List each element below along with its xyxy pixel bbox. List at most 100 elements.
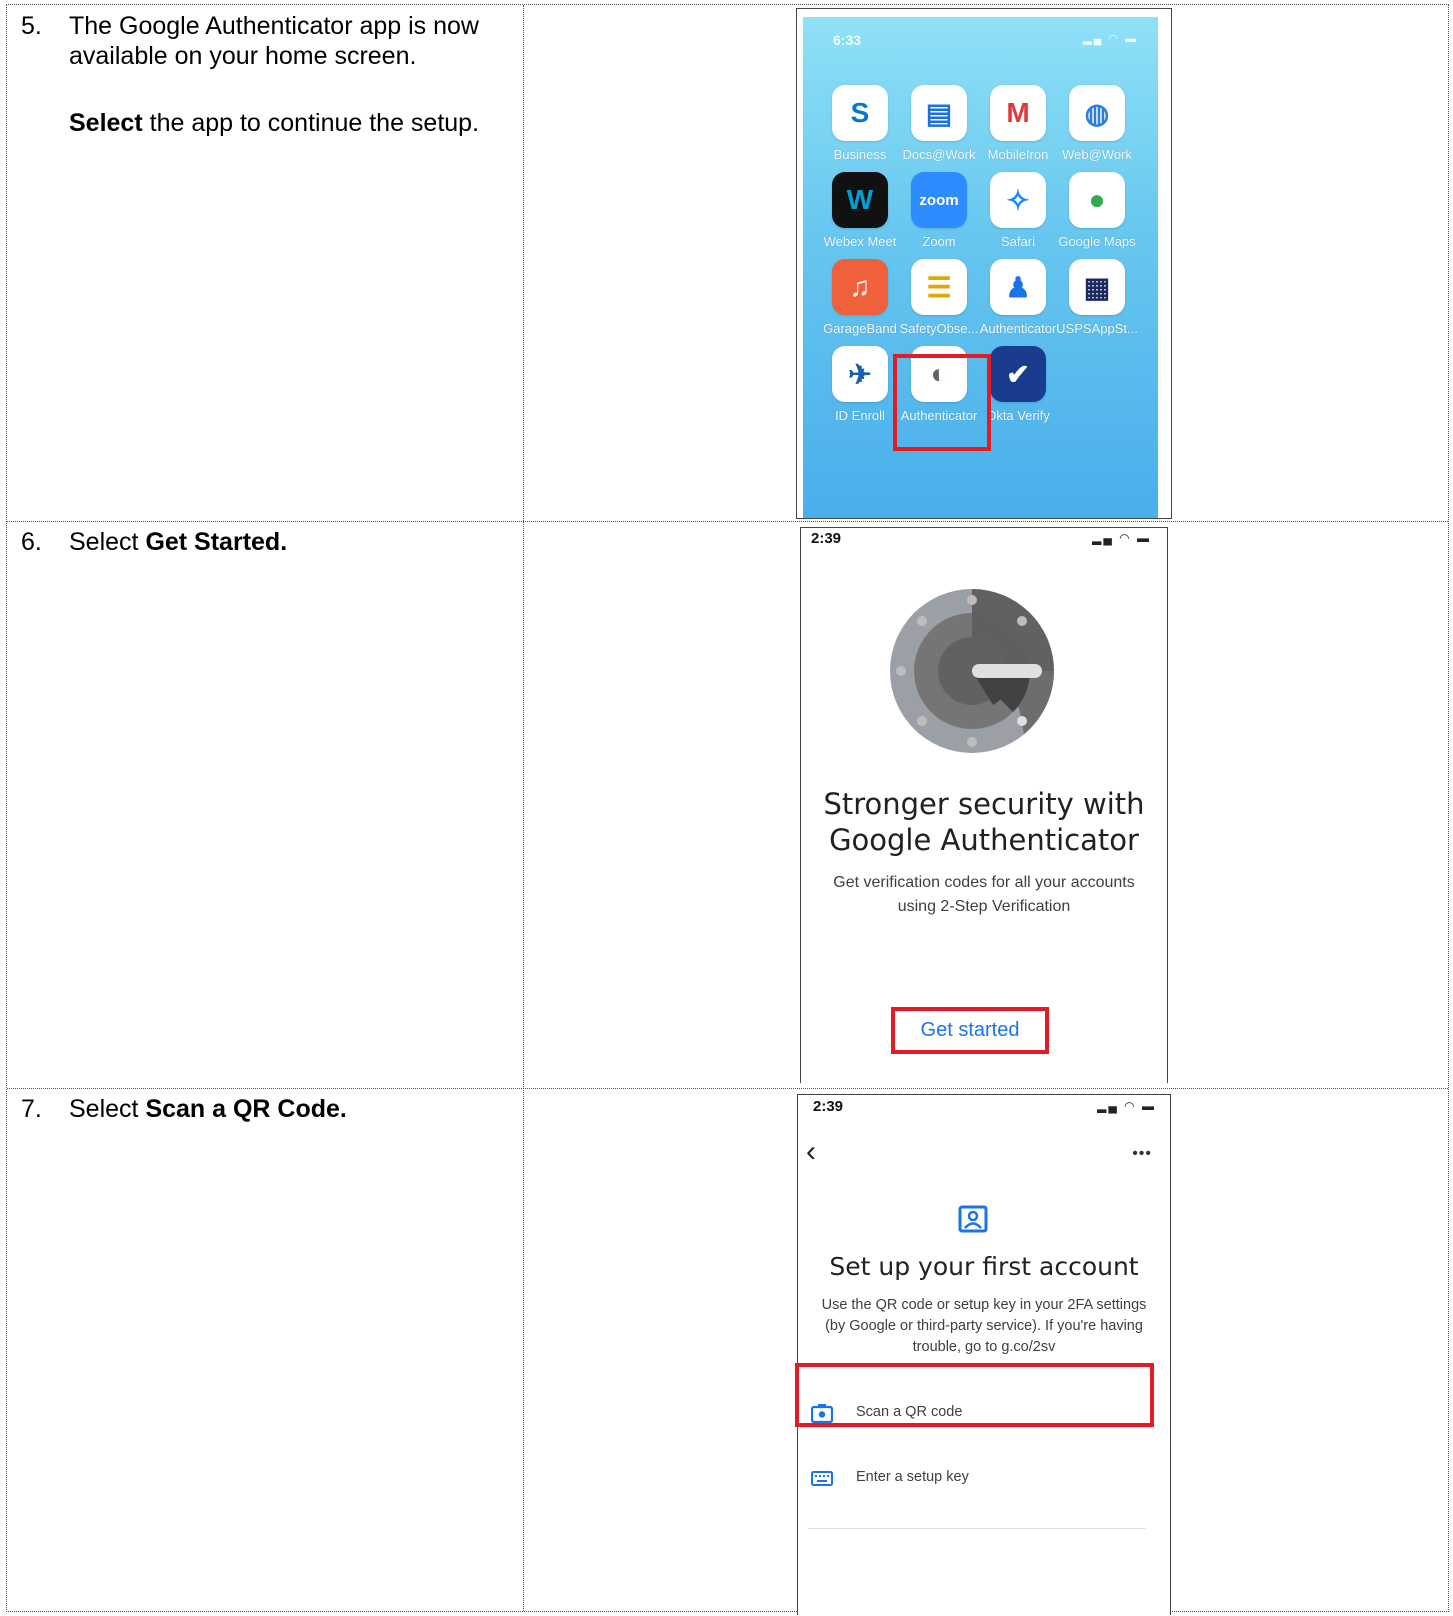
app-id-enroll[interactable]: ✈ ID Enroll: [819, 346, 901, 423]
zoom-icon: zoom: [911, 172, 967, 228]
wifi-icon: ◠: [1124, 1099, 1137, 1113]
app-authenticator[interactable]: ♟ Authenticator: [977, 259, 1059, 336]
option-label: Enter a setup key: [856, 1469, 969, 1485]
wifi-icon: ◠: [1119, 531, 1132, 545]
step-subtext-rest: the app to continue the setup.: [142, 109, 480, 137]
back-chevron-icon[interactable]: ‹: [806, 1137, 816, 1167]
app-uspsappst[interactable]: ▦ USPSAppSt...: [1056, 259, 1138, 336]
highlight-scan-qr: [795, 1363, 1154, 1427]
app-label: Web@Work: [1062, 147, 1132, 162]
app-label: Safari: [1001, 234, 1035, 249]
id-enroll-icon: ✈: [832, 346, 888, 402]
safety-observation-icon: ☰: [911, 259, 967, 315]
mobileiron-icon: M: [990, 85, 1046, 141]
webex-icon: W: [832, 172, 888, 228]
step-bold: Scan a QR Code.: [145, 1095, 347, 1123]
setup-title: Set up your first account: [829, 1252, 1139, 1281]
step-bold: Select: [69, 109, 143, 137]
app-label: Docs@Work: [902, 147, 976, 162]
step-prefix: Select: [69, 528, 146, 556]
okta-verify-icon: ✔: [990, 346, 1046, 402]
step-text-line: available on your home screen.: [69, 42, 417, 70]
battery-icon: ▬: [1125, 33, 1138, 45]
app-label: MobileIron: [987, 147, 1049, 162]
get-started-title: Stronger security with Google Authentica…: [801, 786, 1167, 858]
status-icons: ▂▄ ◠ ▬: [1092, 531, 1151, 545]
maps-pin-icon: ●: [1069, 172, 1125, 228]
ms-authenticator-icon: ♟: [990, 259, 1046, 315]
get-started-screenshot: 2:39 ▂▄ ◠ ▬ Stronger security with Googl…: [800, 527, 1168, 1083]
app-label: Webex Meet: [823, 234, 897, 249]
step-text: Select Get Started.: [69, 527, 519, 557]
step-number: 6.: [21, 528, 42, 556]
status-icons: ▂▄ ◠ ▬: [1083, 32, 1138, 45]
title-line: Google Authenticator: [829, 823, 1139, 857]
instruction-table: 5. The Google Authenticator app is now a…: [6, 4, 1449, 1612]
row-divider: [7, 1088, 1448, 1089]
usps-app-store-icon: ▦: [1069, 259, 1125, 315]
app-business[interactable]: S Business: [819, 85, 901, 162]
signal-icon: ▂▄: [1097, 1099, 1119, 1113]
app-label: ID Enroll: [835, 408, 885, 423]
app-garageband[interactable]: ♫ GarageBand: [819, 259, 901, 336]
app-mobileiron[interactable]: M MobileIron: [977, 85, 1059, 162]
docs-icon: ▤: [911, 85, 967, 141]
keyboard-icon: [811, 1471, 833, 1486]
desc-line: using 2-Step Verification: [897, 898, 1071, 915]
row-divider: [7, 521, 1448, 522]
app-label: GarageBand: [823, 321, 897, 336]
app-label: SafetyObse...: [899, 321, 979, 336]
app-label: Google Maps: [1058, 234, 1136, 249]
battery-icon: ▬: [1137, 531, 1151, 545]
app-label: Business: [833, 147, 887, 162]
get-started-description: Get verification codes for all your acco…: [801, 871, 1167, 919]
skype-business-icon: S: [832, 85, 888, 141]
home-screen-screenshot: 6:33 ▂▄ ◠ ▬ S Business ▤ Docs@Work M MobileIr…: [796, 8, 1172, 519]
highlight-authenticator: [893, 354, 991, 451]
app-web-work[interactable]: ◍ Web@Work: [1056, 85, 1138, 162]
enter-setup-key-option[interactable]: Enter a setup key: [798, 1454, 1170, 1504]
desc-line: Get verification codes for all your acco…: [833, 874, 1135, 891]
safari-icon: ✧: [990, 172, 1046, 228]
step-bold: Get Started.: [145, 528, 288, 556]
title-line: Stronger security with: [823, 787, 1145, 821]
step-text: The Google Authenticator app is now avai…: [69, 11, 519, 71]
step-number: 5.: [21, 12, 42, 40]
status-time: 2:39: [811, 530, 842, 547]
app-safetyobse[interactable]: ☰ SafetyObse...: [898, 259, 980, 336]
status-time: 2:39: [813, 1098, 844, 1115]
divider: [808, 1528, 1146, 1529]
get-started-button[interactable]: Get started: [891, 1007, 1049, 1054]
globe-icon: ◍: [1069, 85, 1125, 141]
app-label: Zoom: [922, 234, 956, 249]
desc-line: Use the QR code or setup key in your 2FA…: [821, 1297, 1147, 1313]
home-screen: 6:33 ▂▄ ◠ ▬ S Business ▤ Docs@Work M MobileIr…: [803, 17, 1158, 518]
app-docs-work[interactable]: ▤ Docs@Work: [898, 85, 980, 162]
column-divider: [523, 5, 524, 1611]
signal-icon: ▂▄: [1092, 531, 1114, 545]
desc-line: (by Google or third-party service). If y…: [825, 1318, 1143, 1334]
status-icons: ▂▄ ◠ ▬: [1097, 1099, 1156, 1113]
setup-description: Use the QR code or setup key in your 2FA…: [798, 1295, 1170, 1358]
signal-icon: ▂▄: [1083, 33, 1104, 45]
more-options-icon[interactable]: •••: [1132, 1145, 1152, 1163]
desc-line: trouble, go to g.co/2sv: [912, 1339, 1056, 1355]
battery-icon: ▬: [1142, 1099, 1156, 1113]
guitar-icon: ♫: [832, 259, 888, 315]
wifi-icon: ◠: [1108, 33, 1120, 45]
app-safari[interactable]: ✧ Safari: [977, 172, 1059, 249]
app-google-maps[interactable]: ● Google Maps: [1056, 172, 1138, 249]
step-prefix: Select: [69, 1095, 146, 1123]
account-box-icon: [958, 1205, 988, 1233]
step-subtext: Select the app to continue the setup.: [69, 108, 519, 138]
setup-account-screenshot: 2:39 ▂▄ ◠ ▬ ‹ ••• Set up your first acco…: [795, 1094, 1171, 1615]
app-webex-meet[interactable]: W Webex Meet: [819, 172, 901, 249]
app-zoom[interactable]: zoom Zoom: [898, 172, 980, 249]
step-number: 7.: [21, 1095, 42, 1123]
google-authenticator-logo-icon: [890, 589, 1054, 753]
step-text-line: The Google Authenticator app is now: [69, 12, 479, 40]
status-time: 6:33: [833, 32, 862, 48]
app-label: Authenticator: [979, 321, 1057, 336]
app-label: USPSAppSt...: [1056, 321, 1138, 336]
step-text: Select Scan a QR Code.: [69, 1094, 519, 1124]
